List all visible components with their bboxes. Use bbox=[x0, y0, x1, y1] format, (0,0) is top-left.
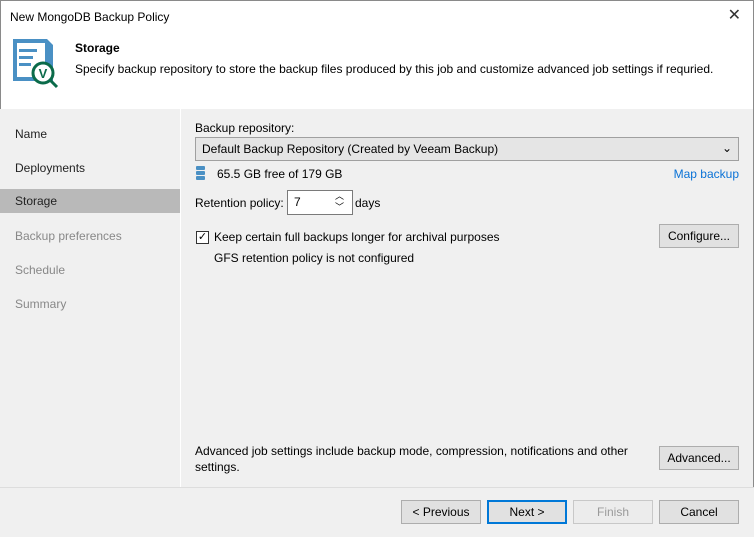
step-deployments[interactable]: Deployments bbox=[0, 151, 180, 185]
repository-value: Default Backup Repository (Created by Ve… bbox=[202, 142, 499, 156]
storage-panel: Backup repository: Default Backup Reposi… bbox=[181, 109, 753, 487]
database-icon bbox=[196, 166, 205, 180]
retention-unit: days bbox=[355, 196, 381, 210]
window-title: New MongoDB Backup Policy bbox=[10, 10, 170, 24]
page-description: Specify backup repository to store the b… bbox=[75, 62, 714, 76]
step-summary: Summary bbox=[15, 297, 67, 311]
advanced-button[interactable]: Advanced... bbox=[659, 446, 739, 470]
repository-dropdown[interactable]: Default Backup Repository (Created by Ve… bbox=[195, 137, 739, 161]
advanced-description: Advanced job settings include backup mod… bbox=[195, 444, 628, 474]
chevron-down-icon: ⌄ bbox=[721, 141, 732, 155]
previous-button[interactable]: < Previous bbox=[401, 500, 481, 524]
gfs-checkbox[interactable]: ✓ bbox=[196, 231, 209, 244]
gfs-checkbox-label: Keep certain full backups longer for arc… bbox=[214, 230, 500, 244]
storage-policy-icon: V bbox=[13, 39, 59, 89]
wizard-steps: Name Deployments Storage Backup preferen… bbox=[0, 109, 180, 487]
cancel-button[interactable]: Cancel bbox=[659, 500, 739, 524]
step-schedule: Schedule bbox=[15, 263, 66, 277]
close-icon[interactable]: ✕ bbox=[728, 5, 741, 25]
map-backup-link[interactable]: Map backup bbox=[674, 167, 739, 181]
step-name[interactable]: Name bbox=[0, 117, 180, 151]
finish-button: Finish bbox=[573, 500, 653, 524]
page-title: Storage bbox=[75, 41, 120, 55]
next-button[interactable]: Next > bbox=[487, 500, 567, 524]
gfs-status: GFS retention policy is not configured bbox=[214, 251, 415, 265]
repo-label: Backup repository: bbox=[195, 121, 295, 135]
configure-button[interactable]: Configure... bbox=[659, 224, 739, 248]
free-space: 65.5 GB free of 179 GB bbox=[217, 167, 343, 181]
step-backup-preferences: Backup preferences bbox=[15, 229, 122, 243]
retention-stepper[interactable]: 7 ︿ ﹀ bbox=[287, 190, 353, 215]
wizard-footer: < Previous Next > Finish Cancel bbox=[0, 487, 754, 537]
stepper-arrows-icon[interactable]: ︿ ﹀ bbox=[335, 191, 344, 213]
step-storage[interactable]: Storage bbox=[0, 189, 180, 213]
retention-value: 7 bbox=[294, 195, 301, 209]
svg-text:V: V bbox=[39, 66, 48, 81]
retention-label: Retention policy: bbox=[195, 196, 284, 210]
